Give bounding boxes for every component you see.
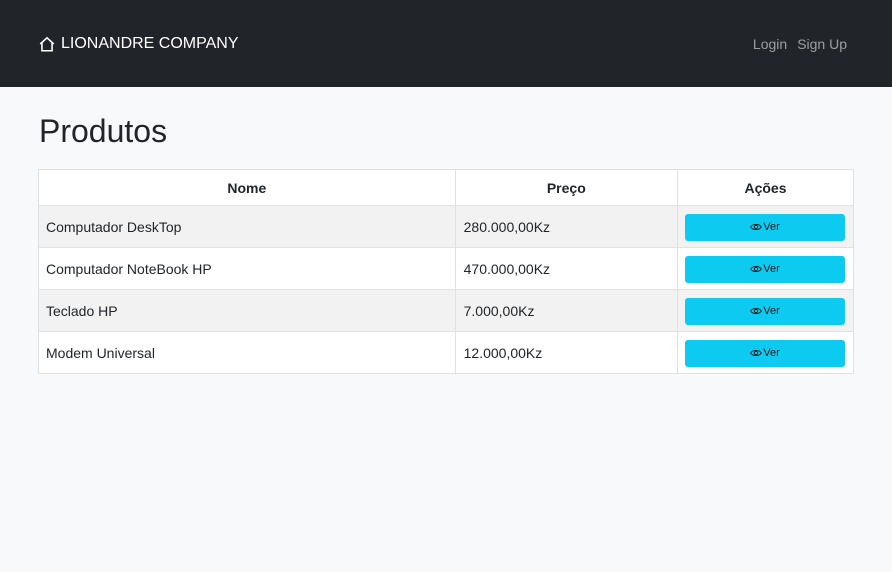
navbar: LIONANDRE COMPANY Login Sign Up [0, 0, 892, 87]
eye-icon [750, 224, 762, 230]
table-row: Modem Universal 12.000,00Kz Ver [38, 331, 854, 374]
view-button[interactable]: Ver [685, 213, 845, 241]
brand-link[interactable]: LIONANDRE COMPANY [38, 35, 239, 53]
brand-label: LIONANDRE COMPANY [61, 34, 239, 52]
column-header-name: Nome [38, 169, 456, 206]
view-button[interactable]: Ver [685, 255, 845, 283]
signup-link[interactable]: Sign Up [797, 36, 847, 52]
actions-cell: Ver [677, 247, 854, 290]
house-icon [39, 36, 55, 52]
view-button-label: Ver [763, 221, 780, 233]
eye-icon [750, 308, 762, 314]
table-row: Computador NoteBook HP 470.000,00Kz Ver [38, 247, 854, 290]
view-button[interactable]: Ver [685, 339, 845, 367]
actions-cell: Ver [677, 205, 854, 248]
view-button-label: Ver [763, 305, 780, 317]
product-name: Teclado HP [38, 289, 456, 332]
products-table: Nome Preço Ações Computador DeskTop 280.… [38, 169, 854, 374]
page-title: Produtos [39, 113, 168, 149]
view-button-label: Ver [763, 347, 780, 359]
product-name: Modem Universal [38, 331, 456, 374]
column-header-actions: Ações [677, 169, 854, 206]
actions-cell: Ver [677, 331, 854, 374]
product-name: Computador DeskTop [38, 205, 456, 248]
product-price: 7.000,00Kz [454, 289, 679, 332]
product-price: 12.000,00Kz [454, 331, 679, 374]
product-price: 470.000,00Kz [454, 247, 679, 290]
login-link[interactable]: Login [753, 36, 787, 52]
table-row: Teclado HP 7.000,00Kz Ver [38, 289, 854, 332]
eye-icon [750, 350, 762, 356]
column-header-price: Preço [454, 169, 679, 206]
view-button[interactable]: Ver [685, 297, 845, 325]
actions-cell: Ver [677, 289, 854, 332]
view-button-label: Ver [763, 263, 780, 275]
product-name: Computador NoteBook HP [38, 247, 456, 290]
nav-links: Login Sign Up [743, 36, 847, 52]
table-row: Computador DeskTop 280.000,00Kz Ver [38, 205, 854, 248]
product-price: 280.000,00Kz [454, 205, 679, 248]
main-container: Produtos Nome Preço Ações Computador Des… [0, 111, 892, 374]
eye-icon [750, 266, 762, 272]
table-header-row: Nome Preço Ações [38, 169, 854, 206]
